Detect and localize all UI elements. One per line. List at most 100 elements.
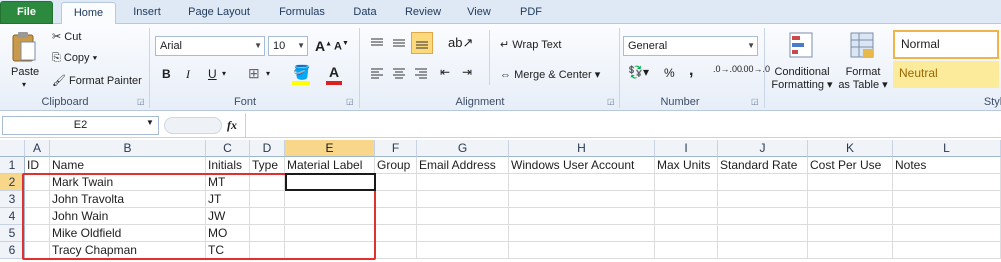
table-cell[interactable]: JW bbox=[206, 208, 250, 225]
table-cell[interactable]: Mike Oldfield bbox=[50, 225, 206, 242]
column-header[interactable]: H bbox=[509, 140, 655, 157]
column-header[interactable]: K bbox=[808, 140, 893, 157]
tab-pdf[interactable]: PDF bbox=[512, 2, 550, 24]
table-cell[interactable] bbox=[655, 191, 718, 208]
table-cell[interactable] bbox=[655, 208, 718, 225]
formula-input[interactable] bbox=[245, 113, 1001, 137]
table-cell[interactable] bbox=[250, 174, 285, 191]
header-cell[interactable]: Material Label bbox=[285, 157, 375, 174]
tab-view[interactable]: View bbox=[460, 2, 498, 24]
borders-icon[interactable]: ⊞ bbox=[248, 65, 260, 82]
paste-button[interactable]: Paste bbox=[11, 66, 39, 78]
table-cell[interactable] bbox=[285, 191, 375, 208]
header-cell[interactable]: Standard Rate bbox=[718, 157, 808, 174]
table-cell[interactable] bbox=[808, 191, 893, 208]
table-cell[interactable] bbox=[285, 174, 375, 191]
format-as-table-button[interactable]: Format as Table ▾ bbox=[838, 66, 888, 91]
table-cell[interactable] bbox=[375, 174, 417, 191]
table-cell[interactable] bbox=[718, 208, 808, 225]
underline-dropdown-icon[interactable]: ▾ bbox=[222, 69, 226, 78]
column-header[interactable]: A bbox=[25, 140, 50, 157]
style-normal[interactable]: Normal bbox=[893, 30, 999, 59]
tab-insert[interactable]: Insert bbox=[124, 2, 170, 24]
table-cell[interactable] bbox=[417, 208, 509, 225]
table-cell[interactable]: JT bbox=[206, 191, 250, 208]
column-header[interactable]: I bbox=[655, 140, 718, 157]
column-header[interactable]: C bbox=[206, 140, 250, 157]
table-cell[interactable]: John Travolta bbox=[50, 191, 206, 208]
table-cell[interactable] bbox=[25, 191, 50, 208]
increase-indent-icon[interactable]: ⇥ bbox=[462, 65, 472, 79]
table-cell[interactable] bbox=[250, 242, 285, 259]
orientation-icon[interactable]: ab↗ bbox=[448, 35, 473, 51]
format-painter-button[interactable]: 🖌 Format Painter bbox=[52, 74, 142, 87]
table-cell[interactable] bbox=[417, 225, 509, 242]
align-middle-icon[interactable] bbox=[389, 34, 409, 52]
fill-color-icon[interactable]: 🪣 bbox=[293, 64, 310, 81]
borders-dropdown-icon[interactable]: ▾ bbox=[266, 69, 270, 78]
column-header[interactable]: J bbox=[718, 140, 808, 157]
name-box[interactable]: E2 bbox=[2, 116, 159, 135]
table-cell[interactable] bbox=[893, 225, 1001, 242]
table-cell[interactable] bbox=[250, 191, 285, 208]
table-cell[interactable] bbox=[655, 174, 718, 191]
table-cell[interactable] bbox=[417, 191, 509, 208]
number-launcher-icon[interactable]: ◲ bbox=[751, 97, 759, 106]
table-cell[interactable] bbox=[285, 242, 375, 259]
row-header[interactable]: 4 bbox=[0, 208, 25, 225]
row-header[interactable]: 5 bbox=[0, 225, 25, 242]
table-cell[interactable] bbox=[893, 191, 1001, 208]
align-bottom-icon[interactable] bbox=[411, 32, 433, 54]
copy-button[interactable]: ⎘ Copy ▾ bbox=[52, 52, 97, 65]
table-cell[interactable]: Tracy Chapman bbox=[50, 242, 206, 259]
table-cell[interactable] bbox=[509, 225, 655, 242]
number-format-select[interactable]: General ▼ bbox=[623, 36, 758, 56]
header-cell[interactable]: Email Address bbox=[417, 157, 509, 174]
wrap-text-button[interactable]: ↵ Wrap Text bbox=[500, 38, 561, 51]
header-cell[interactable]: ID bbox=[25, 157, 50, 174]
row-header[interactable]: 3 bbox=[0, 191, 25, 208]
tab-data[interactable]: Data bbox=[345, 2, 385, 24]
table-cell[interactable] bbox=[655, 242, 718, 259]
font-name-select[interactable]: Arial ▼ bbox=[155, 36, 265, 56]
header-cell[interactable]: Type bbox=[250, 157, 285, 174]
comma-style-button[interactable]: , bbox=[689, 62, 693, 80]
select-all-corner[interactable] bbox=[0, 140, 25, 157]
header-cell[interactable]: Initials bbox=[206, 157, 250, 174]
align-left-icon[interactable] bbox=[367, 64, 387, 82]
conditional-formatting-button[interactable]: Conditional Formatting ▾ bbox=[771, 66, 833, 91]
clipboard-launcher-icon[interactable]: ◲ bbox=[137, 97, 145, 106]
column-header[interactable]: D bbox=[250, 140, 285, 157]
table-cell[interactable] bbox=[655, 225, 718, 242]
tab-home[interactable]: Home bbox=[61, 2, 116, 25]
column-header[interactable]: L bbox=[893, 140, 1001, 157]
font-color-icon[interactable]: A bbox=[329, 64, 339, 80]
font-size-select[interactable]: 10 ▼ bbox=[268, 36, 308, 56]
table-cell[interactable]: John Wain bbox=[50, 208, 206, 225]
table-cell[interactable] bbox=[808, 225, 893, 242]
name-box-dropdown-icon[interactable]: ▼ bbox=[146, 118, 154, 127]
align-right-icon[interactable] bbox=[411, 64, 431, 82]
table-cell[interactable] bbox=[25, 242, 50, 259]
header-cell[interactable]: Windows User Account bbox=[509, 157, 655, 174]
table-cell[interactable]: MO bbox=[206, 225, 250, 242]
table-cell[interactable] bbox=[718, 191, 808, 208]
decrease-indent-icon[interactable]: ⇤ bbox=[440, 65, 450, 79]
table-cell[interactable] bbox=[808, 208, 893, 225]
paste-dropdown-icon[interactable]: ▾ bbox=[22, 80, 26, 89]
table-cell[interactable] bbox=[509, 191, 655, 208]
table-cell[interactable] bbox=[718, 174, 808, 191]
table-cell[interactable] bbox=[285, 225, 375, 242]
column-header-selected[interactable]: E bbox=[285, 140, 375, 157]
row-header[interactable]: 2 bbox=[0, 174, 25, 191]
style-neutral[interactable]: Neutral bbox=[893, 61, 999, 88]
paste-icon[interactable] bbox=[8, 28, 40, 66]
align-top-icon[interactable] bbox=[367, 34, 387, 52]
header-cell[interactable]: Cost Per Use bbox=[808, 157, 893, 174]
table-cell[interactable]: TC bbox=[206, 242, 250, 259]
table-cell[interactable]: MT bbox=[206, 174, 250, 191]
table-cell[interactable] bbox=[417, 242, 509, 259]
table-cell[interactable] bbox=[25, 225, 50, 242]
table-cell[interactable] bbox=[250, 208, 285, 225]
header-cell[interactable]: Group bbox=[375, 157, 417, 174]
